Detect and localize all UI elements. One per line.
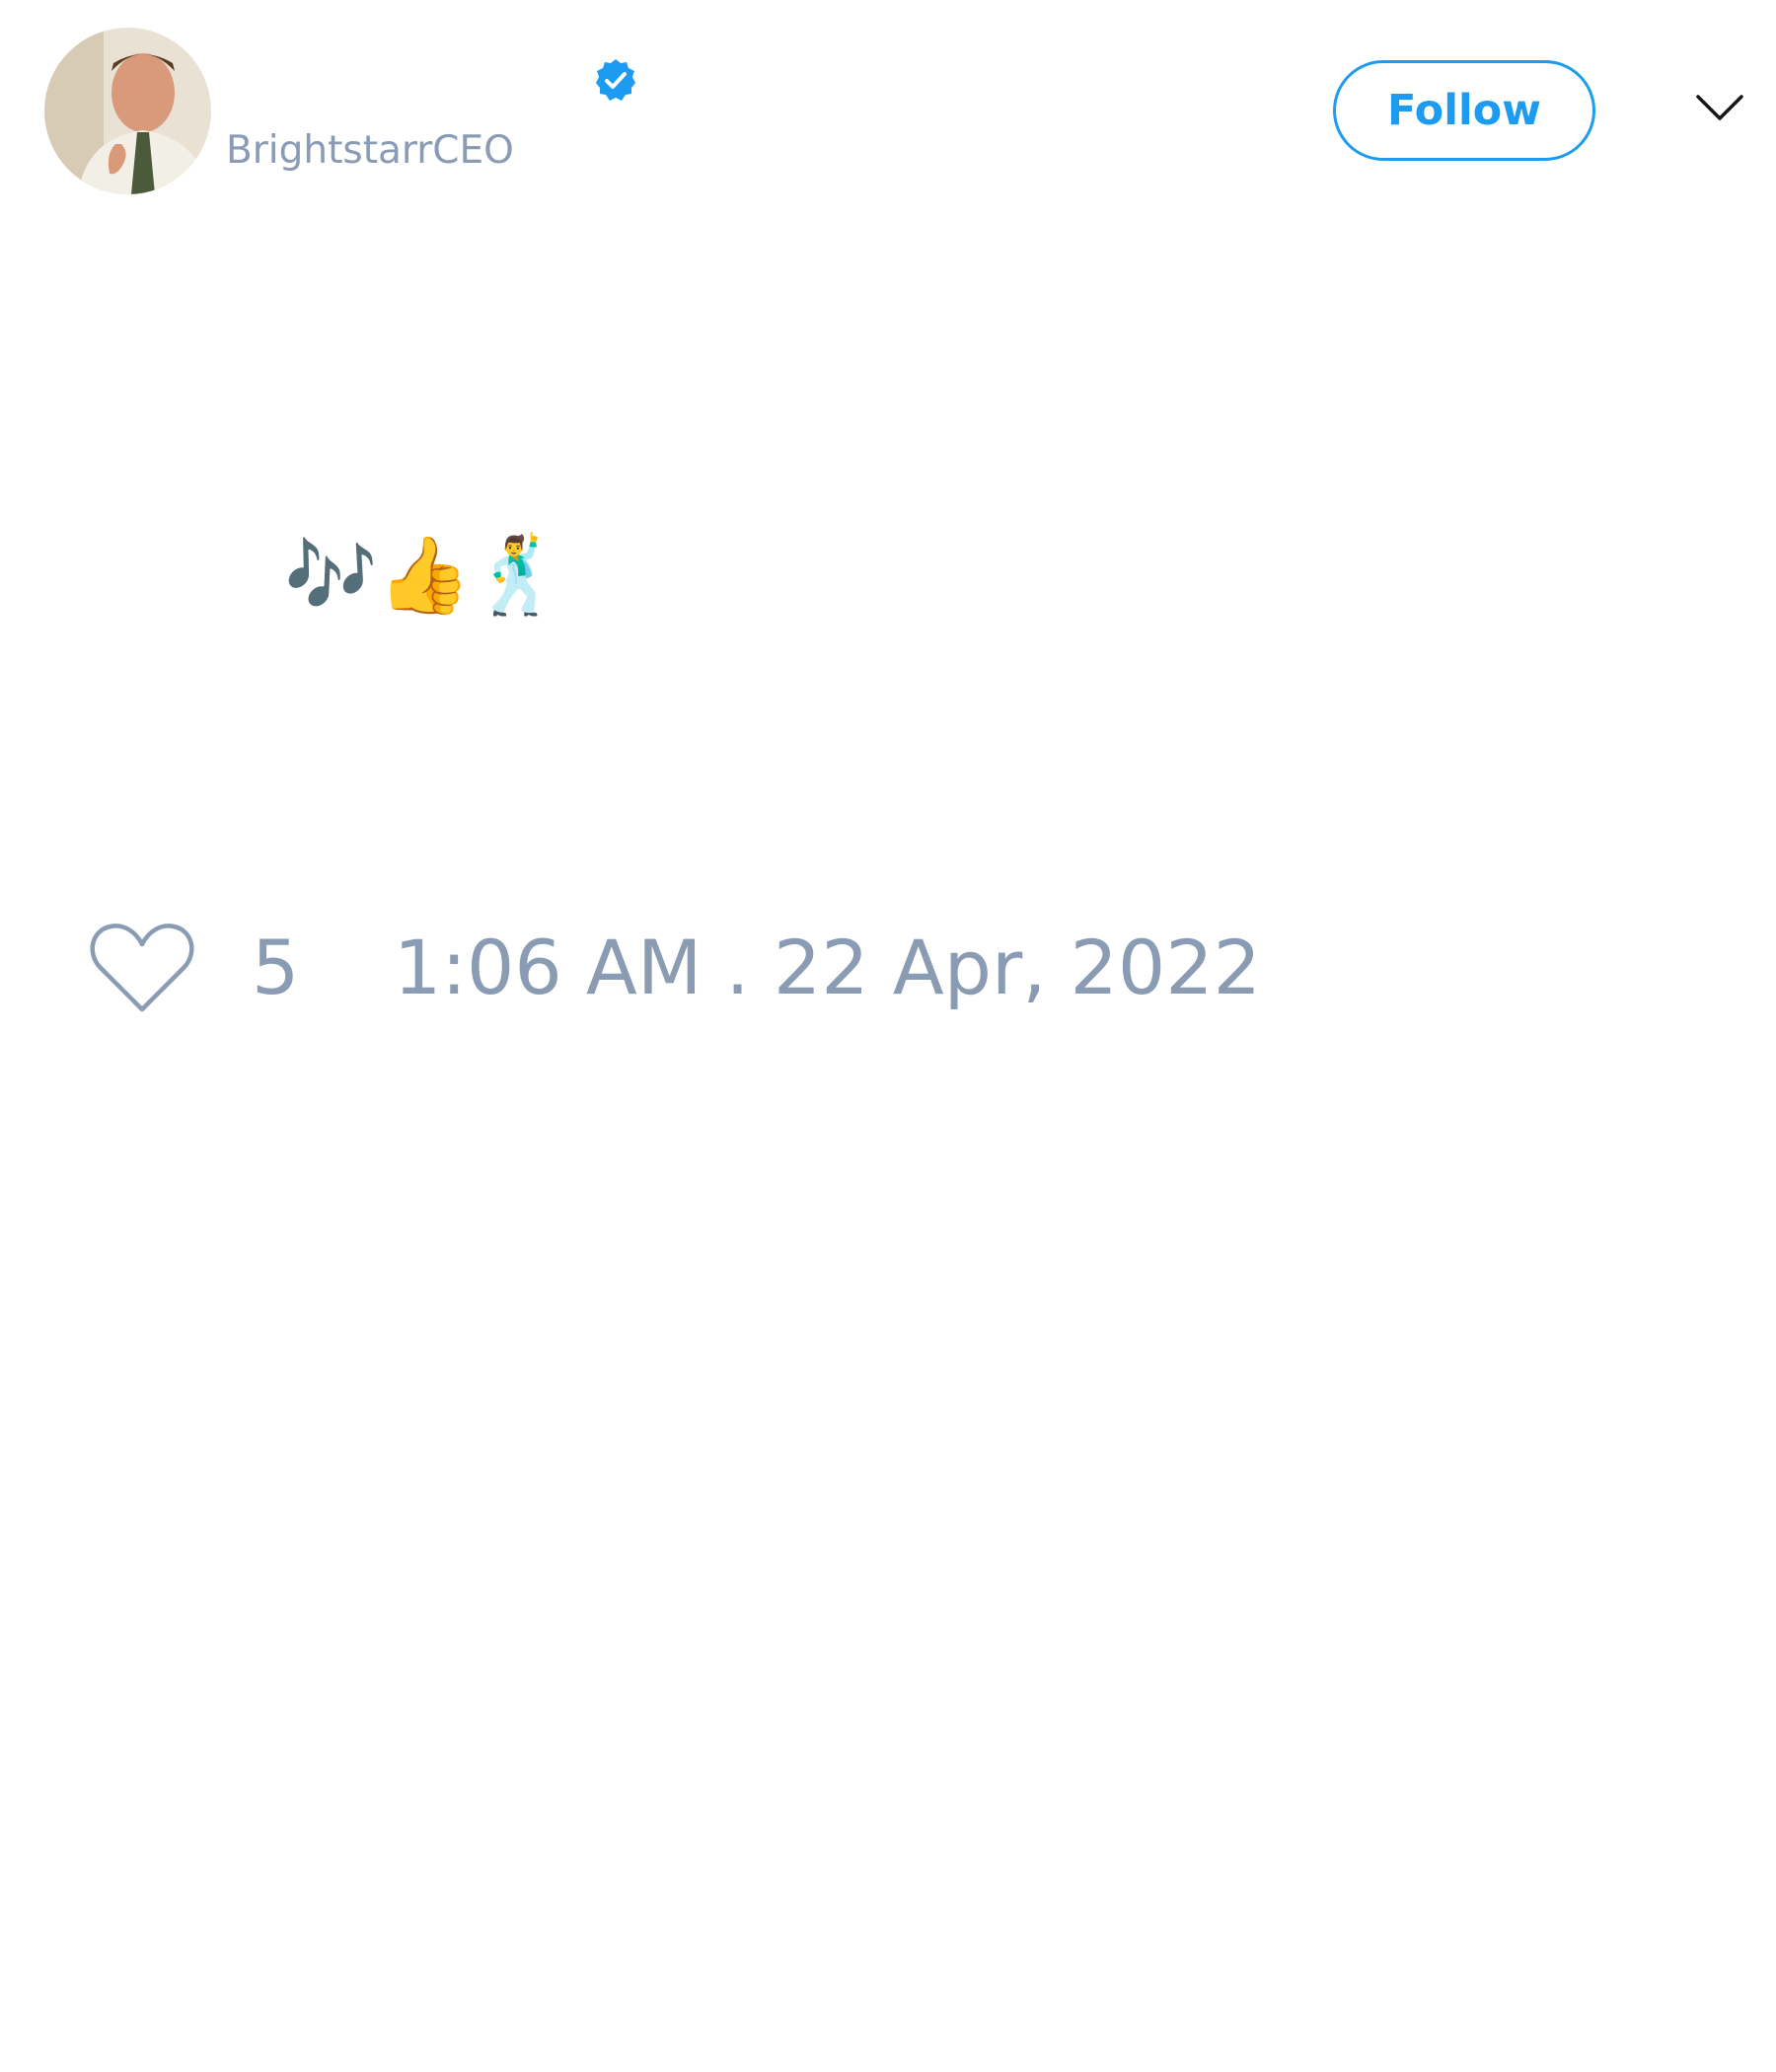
tweet-text: 🎶👍🕺 xyxy=(284,531,564,619)
author-handle[interactable]: BrightstarrCEO xyxy=(226,128,514,174)
heart-icon[interactable] xyxy=(89,921,195,1014)
like-count: 5 xyxy=(252,924,300,1011)
avatar-photo xyxy=(44,28,211,194)
author-avatar[interactable] xyxy=(44,28,211,194)
verified-badge-icon xyxy=(596,59,635,101)
follow-button[interactable]: Follow xyxy=(1333,60,1595,161)
tweet-timestamp[interactable]: 1:06 AM . 22 Apr, 2022 xyxy=(394,924,1261,1012)
chevron-down-icon[interactable] xyxy=(1695,92,1744,123)
